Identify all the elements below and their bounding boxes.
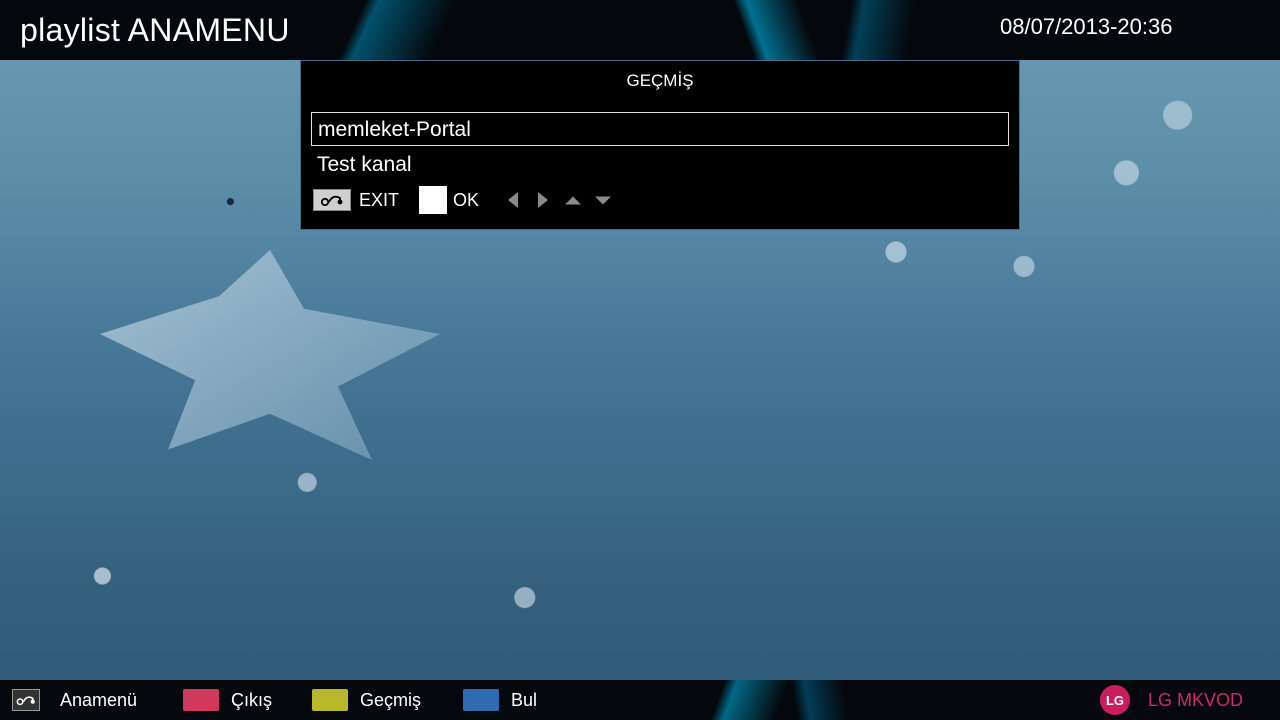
ok-key-icon	[419, 186, 448, 214]
red-key-icon	[183, 689, 219, 711]
yellow-key-icon	[312, 689, 348, 711]
lg-logo-icon: LG	[1100, 685, 1130, 715]
arrow-right-icon	[535, 192, 551, 208]
footer-label-anamenu: Anamenü	[60, 689, 138, 710]
footer-item-bul[interactable]: Bul	[463, 680, 537, 720]
history-dialog: GEÇMİŞ memleket-Portal Test kanal EXIT O…	[300, 60, 1020, 230]
brand: LG LG MKVOD	[1100, 680, 1243, 720]
blue-key-icon	[463, 689, 499, 711]
footer-item-anamenu[interactable]: Anamenü	[12, 680, 137, 720]
history-item-memleket-portal[interactable]: memleket-Portal	[311, 112, 1009, 146]
footer-bar: Anamenü Çıkış Geçmiş Bul LG LG MKVOD	[0, 680, 1280, 720]
app-title: playlist ANAMENU	[20, 12, 290, 48]
footer-label-bul: Bul	[511, 689, 538, 710]
history-item-test-kanal[interactable]: Test kanal	[311, 148, 1009, 182]
background-crystal-star	[100, 250, 440, 460]
footer-item-gecmis[interactable]: Geçmiş	[312, 680, 421, 720]
footer-item-cikis[interactable]: Çıkış	[183, 680, 272, 720]
ok-label: OK	[453, 189, 480, 210]
brand-label: LG MKVOD	[1148, 689, 1244, 710]
dialog-title: GEÇMİŞ	[626, 71, 694, 90]
arrow-down-icon	[595, 192, 612, 208]
datetime-display: 08/07/2013-20:36	[1000, 14, 1173, 39]
arrow-left-icon	[505, 192, 521, 208]
back-arrow-icon	[12, 689, 40, 711]
key-legend: EXIT OK	[313, 186, 612, 214]
arrow-up-icon	[565, 192, 582, 208]
footer-label-gecmis: Geçmiş	[360, 689, 422, 710]
footer-label-cikis: Çıkış	[231, 689, 273, 710]
exit-label: EXIT	[359, 189, 400, 210]
back-arrow-icon	[313, 189, 351, 211]
header-bar: playlist ANAMENU 08/07/2013-20:36	[0, 0, 1280, 60]
